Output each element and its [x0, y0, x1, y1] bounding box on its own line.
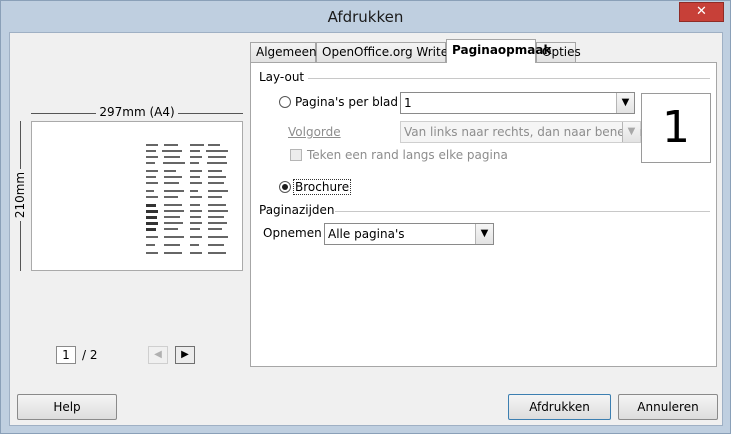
- draw-border-label: Teken een rand langs elke pagina: [307, 148, 508, 162]
- include-label: Opnemen: [263, 226, 322, 240]
- chevron-down-icon: ▼: [616, 93, 634, 113]
- order-value: Van links naar rechts, dan naar beneden: [404, 125, 648, 139]
- previous-page-button[interactable]: ◀: [148, 346, 168, 364]
- help-button[interactable]: Help: [17, 394, 117, 420]
- page-layout-panel: Lay-out Pagina's per blad 1 ▼ Volgorde V…: [250, 62, 717, 367]
- print-dialog: Afdrukken ✕ 297mm (A4) 210mm 1 / 2 ◀ ▶ A…: [0, 0, 731, 434]
- include-pages-select[interactable]: Alle pagina's ▼: [324, 223, 494, 245]
- section-divider: [335, 211, 710, 212]
- chevron-down-icon: ▼: [475, 224, 493, 244]
- title-bar: Afdrukken ✕: [1, 1, 730, 32]
- page-sides-section-title: Paginazijden: [259, 203, 335, 217]
- brochure-label: Brochure: [293, 179, 351, 195]
- page-total-label: / 2: [82, 348, 98, 362]
- brochure-radio[interactable]: [279, 181, 291, 193]
- tab-openoffice-writer[interactable]: OpenOffice.org Writer: [316, 42, 453, 62]
- include-pages-value: Alle pagina's: [328, 227, 405, 241]
- tab-general[interactable]: Algemeen: [250, 42, 317, 62]
- dialog-body: 297mm (A4) 210mm 1 / 2 ◀ ▶ Algemeen Open…: [9, 32, 723, 426]
- order-select[interactable]: Van links naar rechts, dan naar beneden …: [400, 121, 647, 143]
- cancel-button[interactable]: Annuleren: [618, 394, 718, 420]
- page-width-dimension: 297mm (A4): [31, 105, 243, 120]
- focus-indicator: [293, 179, 351, 195]
- pages-per-sheet-radio[interactable]: [279, 96, 291, 108]
- window-title: Afdrukken: [327, 8, 404, 26]
- pages-per-sheet-select[interactable]: 1 ▼: [400, 92, 635, 114]
- page-height-dimension: 210mm: [13, 121, 27, 271]
- preview-page-right: [190, 140, 236, 258]
- chevron-down-icon: ▼: [622, 122, 640, 142]
- tab-page-layout[interactable]: Paginaopmaak: [446, 39, 551, 63]
- pages-per-sheet-label: Pagina's per blad: [295, 95, 398, 109]
- arrow-left-icon: ◀: [154, 349, 162, 360]
- order-label: Volgorde: [288, 125, 341, 139]
- order-label-text: Volgorde: [288, 125, 341, 139]
- print-preview-panel: 297mm (A4) 210mm 1 / 2 ◀ ▶: [10, 33, 250, 378]
- pages-per-sheet-value: 1: [404, 96, 412, 110]
- layout-section-title: Lay-out: [259, 70, 305, 84]
- section-divider: [308, 78, 710, 79]
- page-height-label: 210mm: [13, 168, 27, 222]
- layout-preview-box: 1: [641, 93, 711, 163]
- page-number-field[interactable]: 1: [56, 346, 76, 364]
- preview-page-left: [146, 140, 192, 258]
- next-page-button[interactable]: ▶: [175, 346, 195, 364]
- draw-border-checkbox[interactable]: [290, 149, 302, 161]
- close-button[interactable]: ✕: [679, 2, 724, 22]
- arrow-right-icon: ▶: [181, 349, 189, 360]
- page-preview: [31, 121, 243, 271]
- page-width-label: 297mm (A4): [96, 105, 178, 119]
- print-button[interactable]: Afdrukken: [508, 394, 611, 420]
